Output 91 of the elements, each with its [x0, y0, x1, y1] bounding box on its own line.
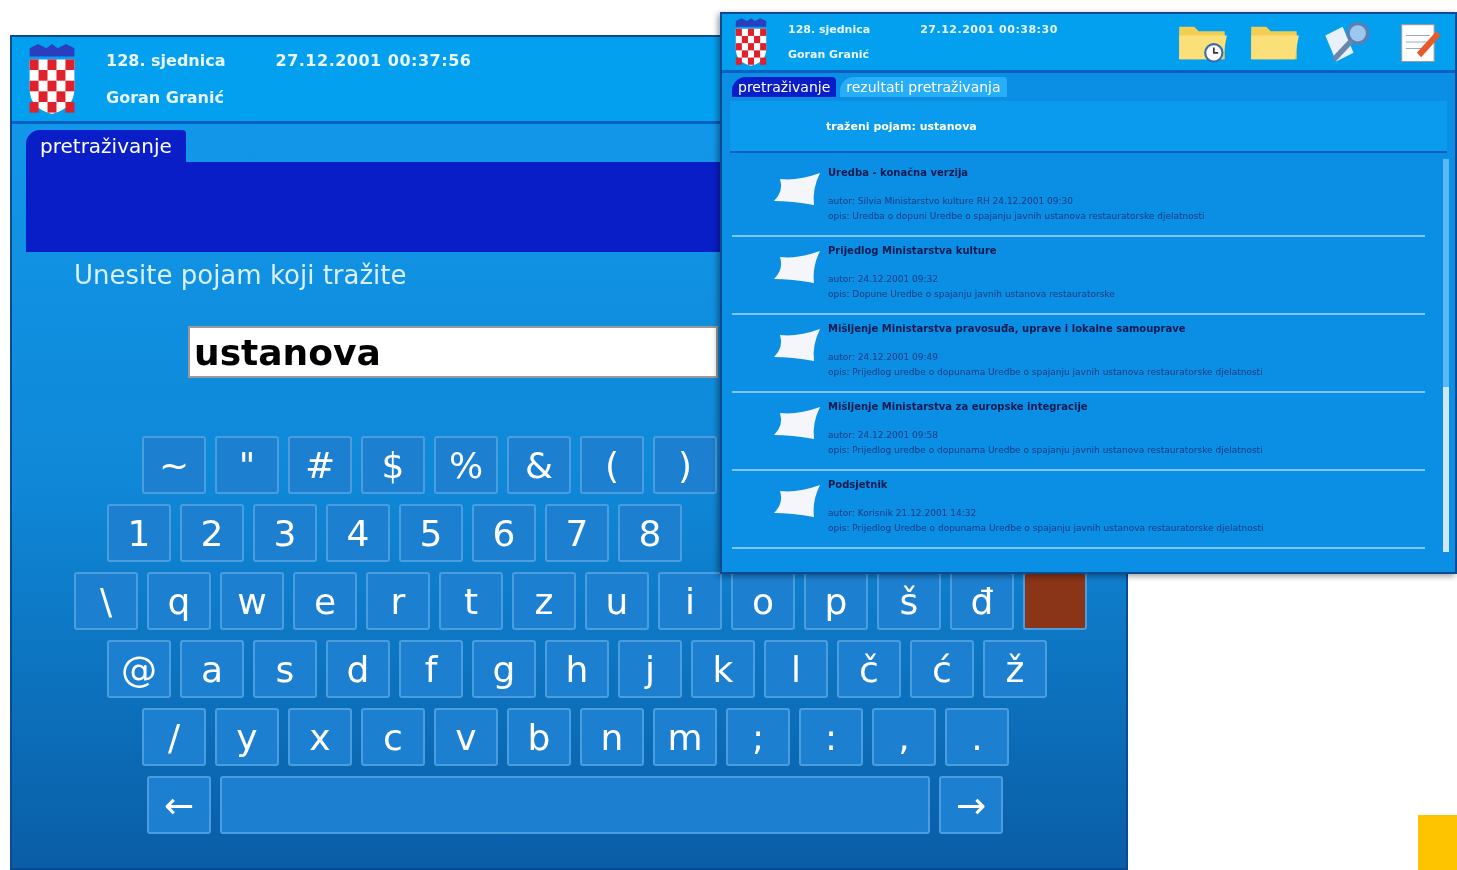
result-description: opis: Prijedlog Uredbe o dopunama Uredbe o spajanju javnih ustanova restauratorske djelatnosti — [828, 522, 1264, 535]
keyboard-key[interactable]: / — [142, 708, 206, 766]
keyboard-key[interactable]: & — [507, 436, 571, 494]
keyboard-key[interactable]: ← — [147, 776, 211, 834]
keyboard-key[interactable]: 2 — [180, 504, 244, 562]
colored-key[interactable] — [1023, 572, 1087, 630]
keyboard-key[interactable]: ć — [910, 640, 974, 698]
keyboard-key[interactable]: q — [147, 572, 211, 630]
keyboard-key[interactable]: ~ — [142, 436, 206, 494]
keyboard-key[interactable]: \ — [74, 572, 138, 630]
keyboard-key[interactable]: l — [764, 640, 828, 698]
keyboard-key[interactable]: e — [293, 572, 357, 630]
keyboard-key[interactable]: . — [945, 708, 1009, 766]
document-icon[interactable] — [772, 483, 822, 519]
keyboard-key[interactable]: # — [288, 436, 352, 494]
keyboard-key[interactable]: 7 — [545, 504, 609, 562]
keyboard-key[interactable]: i — [658, 572, 722, 630]
session-label: 128. sjednica — [788, 23, 871, 36]
datetime-label: 27.12.2001 00:37:56 — [275, 51, 472, 70]
keyboard-key[interactable]: 3 — [253, 504, 317, 562]
keyboard-key[interactable]: , — [872, 708, 936, 766]
keyboard-key[interactable]: g — [472, 640, 536, 698]
document-icon[interactable] — [772, 171, 822, 207]
result-description: opis: Uredba o dopuni Uredbe o spajanju javnih ustanova restauratorske djelatnosti — [828, 210, 1205, 223]
keyboard-key[interactable]: " — [215, 436, 279, 494]
keyboard-key[interactable]: č — [837, 640, 901, 698]
keyboard-key[interactable]: t — [439, 572, 503, 630]
keyboard-key[interactable]: : — [799, 708, 863, 766]
scrollbar[interactable] — [1443, 159, 1449, 552]
keyboard-key[interactable]: š — [877, 572, 941, 630]
keyboard-key[interactable]: 4 — [326, 504, 390, 562]
keyboard-key[interactable]: b — [507, 708, 571, 766]
keyboard-key[interactable]: ( — [580, 436, 644, 494]
result-description: opis: Prijedlog uredbe o dopunama Uredbe o spajanju javnih ustanova restauratorske djelatnosti — [828, 444, 1263, 457]
datetime-label: 27.12.2001 00:38:30 — [920, 23, 1058, 36]
keyboard-key[interactable]: w — [220, 572, 284, 630]
tab[interactable]: rezultati pretraživanja — [840, 77, 1007, 97]
keyboard-key[interactable]: 8 — [618, 504, 682, 562]
keyboard-key[interactable]: đ — [950, 572, 1014, 630]
keyboard-key[interactable]: → — [939, 776, 1003, 834]
tab[interactable]: pretraživanje — [26, 130, 186, 162]
keyboard-key[interactable]: ž — [983, 640, 1047, 698]
result-author: autor: 24.12.2001 09:49 — [828, 351, 940, 364]
keyboard-key[interactable]: s — [253, 640, 317, 698]
keyboard-key[interactable]: d — [326, 640, 390, 698]
result-title[interactable]: Mišljenje Ministarstva pravosuđa, uprave i lokalne samouprave — [828, 323, 1263, 334]
search-field[interactable]: ustanova — [188, 326, 718, 378]
keyboard-key[interactable]: a — [180, 640, 244, 698]
result-title[interactable]: Mišljenje Ministarstva za europske integracije — [828, 401, 1263, 412]
result-author: autor: 24.12.2001 09:58 — [828, 429, 940, 442]
keyboard-key[interactable]: o — [731, 572, 795, 630]
keyboard-key[interactable]: h — [545, 640, 609, 698]
keyboard-key[interactable]: f — [399, 640, 463, 698]
keyboard-key[interactable]: m — [653, 708, 717, 766]
corner-block — [1418, 815, 1457, 870]
keyboard-key[interactable]: n — [580, 708, 644, 766]
result-title[interactable]: Prijedlog Ministarstva kulture — [828, 245, 1115, 256]
query-text: traženi pojam: ustanova — [826, 119, 977, 133]
keyboard-key[interactable]: u — [585, 572, 649, 630]
document-icon[interactable] — [772, 327, 822, 363]
result-author: autor: Korisnik 21.12.2001 14:32 — [828, 507, 978, 520]
result-description: opis: Dopune Uredbe o spajanju javnih ustanova restauratorske — [828, 288, 1115, 301]
keyboard-key[interactable]: % — [434, 436, 498, 494]
result-title[interactable]: Podsjetnik — [828, 479, 1264, 490]
keyboard-key[interactable]: p — [804, 572, 868, 630]
tab[interactable]: pretraživanje — [732, 77, 837, 97]
keyboard-key[interactable]: ; — [726, 708, 790, 766]
keyboard-key[interactable]: v — [434, 708, 498, 766]
result-author: autor: 24.12.2001 09:32 — [828, 273, 940, 286]
keyboard-key[interactable]: ) — [653, 436, 717, 494]
result-title[interactable]: Uredba - konačna verzija — [828, 167, 1205, 178]
keyboard-key[interactable]: @ — [107, 640, 171, 698]
keyboard-key[interactable]: y — [215, 708, 279, 766]
keyboard-key[interactable]: 5 — [399, 504, 463, 562]
keyboard-key[interactable]: 6 — [472, 504, 536, 562]
keyboard-key[interactable]: x — [288, 708, 352, 766]
session-label: 128. sjednica — [106, 51, 226, 70]
user-name: Goran Granić — [788, 48, 871, 61]
keyboard-key[interactable]: r — [366, 572, 430, 630]
keyboard-key[interactable]: k — [691, 640, 755, 698]
keyboard-key[interactable]: j — [618, 640, 682, 698]
keyboard-key[interactable]: z — [512, 572, 576, 630]
user-name: Goran Granić — [106, 88, 225, 107]
keyboard-key[interactable]: $ — [361, 436, 425, 494]
keyboard-key[interactable]: 1 — [107, 504, 171, 562]
document-icon[interactable] — [772, 405, 822, 441]
prompt-text: Unesite pojam koji tražite — [74, 260, 407, 290]
result-author: autor: Silvia Ministarstvo kulture RH 24.12.2001 09:30 — [828, 195, 1074, 208]
result-description: opis: Prijedlog uredbe o dopunama Uredbe o spajanju javnih ustanova restauratorske djelatnosti — [828, 366, 1263, 379]
keyboard-key[interactable]: c — [361, 708, 425, 766]
document-icon[interactable] — [772, 249, 822, 285]
